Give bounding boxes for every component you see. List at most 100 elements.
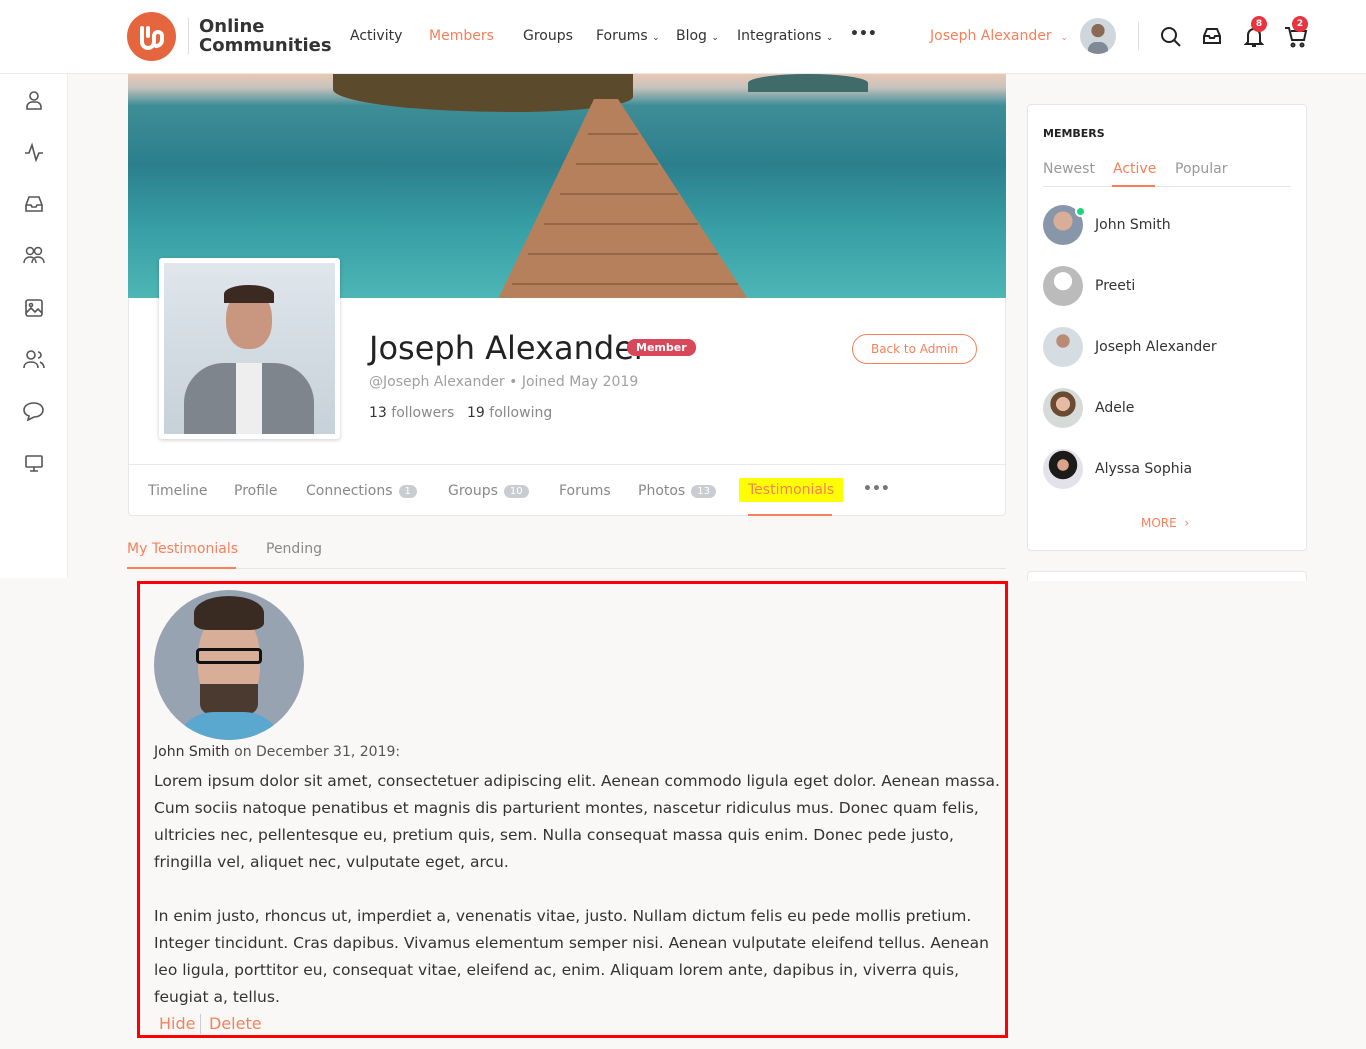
- member-item[interactable]: Alyssa Sophia: [1043, 449, 1192, 489]
- subtab-indicator: [127, 567, 236, 569]
- chevron-right-icon: ›: [1184, 516, 1190, 530]
- nav-members[interactable]: Members: [429, 28, 494, 44]
- member-item[interactable]: John Smith: [1043, 205, 1171, 245]
- following-link[interactable]: 19 following: [467, 405, 552, 421]
- groups-count: 10: [503, 485, 529, 498]
- following-count: 19: [467, 405, 485, 421]
- followers-label: followers: [391, 405, 455, 421]
- member-avatar: [1043, 327, 1083, 367]
- testimonial-paragraph-1: Lorem ipsum dolor sit amet, consectetuer…: [154, 772, 1000, 871]
- member-avatar: [1043, 266, 1083, 306]
- groups-icon[interactable]: [22, 243, 46, 267]
- followers-link[interactable]: 13 followers: [369, 405, 454, 421]
- brand-name[interactable]: Online Communities: [199, 17, 332, 55]
- member-name: Adele: [1095, 400, 1135, 416]
- member-item[interactable]: Joseph Alexander: [1043, 327, 1217, 367]
- top-header: Online Communities Activity Members Group…: [0, 0, 1366, 74]
- chevron-down-icon: ⌄: [825, 33, 834, 43]
- nav-integrations-label: Integrations: [737, 28, 822, 44]
- tab-photos-label: Photos: [638, 483, 686, 499]
- monitor-icon[interactable]: [22, 451, 46, 475]
- tab-forums[interactable]: Forums: [559, 483, 611, 499]
- profile-handle: @Joseph Alexander: [369, 374, 505, 390]
- tab-connections-label: Connections: [306, 483, 393, 499]
- member-name: John Smith: [1095, 217, 1171, 233]
- testimonial-author-avatar[interactable]: [154, 590, 304, 740]
- member-name: Alyssa Sophia: [1095, 461, 1193, 477]
- nav-groups[interactable]: Groups: [523, 28, 573, 44]
- nav-forums[interactable]: Forums ⌄: [596, 28, 660, 44]
- widget-tab-popular[interactable]: Popular: [1175, 161, 1228, 177]
- notifications-badge: 8: [1251, 16, 1267, 32]
- chevron-down-icon: ⌄: [711, 33, 719, 43]
- nav-forums-label: Forums: [596, 28, 648, 44]
- tab-testimonials[interactable]: Testimonials: [739, 478, 844, 502]
- widget-tab-newest[interactable]: Newest: [1043, 161, 1095, 177]
- brand-logo[interactable]: [127, 12, 176, 61]
- widget-tab-active[interactable]: Active: [1113, 161, 1156, 177]
- profile-name: Joseph Alexander: [369, 329, 648, 367]
- chevron-down-icon: ⌄: [652, 33, 660, 43]
- tab-groups[interactable]: Groups 10: [448, 483, 529, 499]
- members-widget: MEMBERS Newest Active Popular John Smith…: [1027, 104, 1307, 551]
- forums-icon[interactable]: [22, 399, 46, 423]
- nav-activity[interactable]: Activity: [350, 28, 402, 44]
- nav-integrations[interactable]: Integrations ⌄: [737, 28, 833, 44]
- member-name: Preeti: [1095, 278, 1136, 294]
- connections-icon[interactable]: [22, 347, 46, 371]
- member-name: Joseph Alexander: [1095, 339, 1217, 355]
- inbox-icon[interactable]: [22, 192, 46, 216]
- profile-meta: @Joseph Alexander • Joined May 2019: [369, 374, 639, 390]
- member-avatar: [1043, 388, 1083, 428]
- next-widget: [1027, 571, 1307, 581]
- testimonial-byline: John Smith on December 31, 2019:: [154, 744, 400, 760]
- testimonial-date: on December 31, 2019:: [234, 744, 401, 760]
- member-item[interactable]: Adele: [1043, 388, 1134, 428]
- left-sidebar: [0, 0, 68, 578]
- brand-line1: Online: [199, 16, 265, 37]
- photos-count: 13: [691, 485, 716, 498]
- nav-blog[interactable]: Blog ⌄: [676, 28, 719, 44]
- activity-icon[interactable]: [22, 140, 46, 164]
- back-to-admin-button[interactable]: Back to Admin: [852, 334, 977, 364]
- widget-tab-indicator: [1112, 185, 1155, 187]
- photos-icon[interactable]: [22, 296, 46, 320]
- user-name: Joseph Alexander: [930, 28, 1052, 44]
- testimonial-author[interactable]: John Smith: [154, 744, 230, 760]
- member-avatar: [1043, 449, 1083, 489]
- nav-more-button[interactable]: •••: [850, 26, 877, 42]
- profile-joined: Joined May 2019: [521, 374, 639, 390]
- subtab-pending[interactable]: Pending: [266, 541, 322, 557]
- tabs-more-button[interactable]: •••: [863, 481, 890, 497]
- delete-link[interactable]: Delete: [209, 1014, 262, 1033]
- tab-profile[interactable]: Profile: [234, 483, 278, 499]
- inbox-icon[interactable]: [1202, 26, 1222, 50]
- followers-count: 13: [369, 405, 387, 421]
- more-label: MORE: [1141, 516, 1177, 530]
- chevron-down-icon: ⌄: [1060, 33, 1069, 43]
- profile-icon[interactable]: [22, 88, 46, 112]
- cart-badge: 2: [1292, 16, 1308, 32]
- member-item[interactable]: Preeti: [1043, 266, 1135, 306]
- testimonial-paragraph-2: In enim justo, rhoncus ut, imperdiet a, …: [154, 907, 989, 1006]
- profile-photo[interactable]: [159, 258, 340, 439]
- testimonial-item: John Smith on December 31, 2019: Lorem i…: [137, 581, 1008, 1038]
- user-menu[interactable]: Joseph Alexander ⌄: [930, 28, 1068, 44]
- search-icon[interactable]: [1160, 26, 1182, 52]
- user-avatar[interactable]: [1080, 18, 1116, 54]
- tab-connections[interactable]: Connections 1: [306, 483, 417, 499]
- widget-title: MEMBERS: [1043, 127, 1105, 140]
- role-badge: Member: [627, 339, 696, 356]
- hide-link[interactable]: Hide: [159, 1014, 195, 1033]
- brand-line2: Communities: [199, 35, 332, 56]
- online-indicator: [1075, 206, 1086, 217]
- subtab-my-testimonials[interactable]: My Testimonials: [127, 541, 238, 557]
- tab-groups-label: Groups: [448, 483, 498, 499]
- tab-timeline[interactable]: Timeline: [148, 483, 208, 499]
- nav-blog-label: Blog: [676, 28, 707, 44]
- member-avatar: [1043, 205, 1086, 245]
- following-label: following: [489, 405, 553, 421]
- connections-count: 1: [398, 485, 417, 498]
- more-members-link[interactable]: MORE ›: [1141, 516, 1189, 530]
- tab-photos[interactable]: Photos 13: [638, 483, 716, 499]
